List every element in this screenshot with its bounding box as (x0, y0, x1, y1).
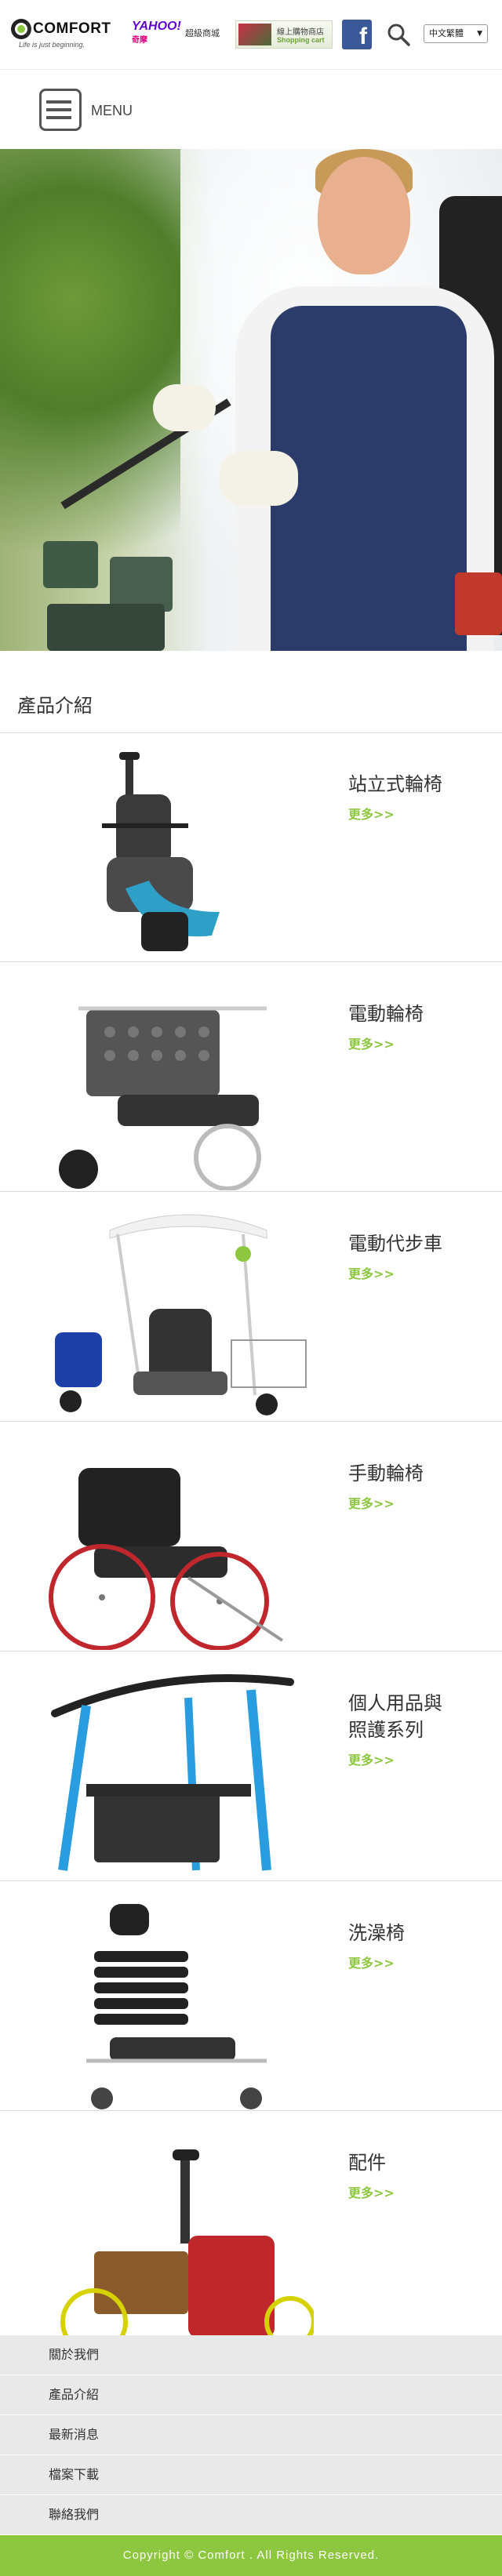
comfort-logo-mark (11, 19, 31, 39)
footer-link-news[interactable]: 最新消息 (0, 2415, 502, 2455)
facebook-icon[interactable]: f (342, 20, 372, 49)
product-name[interactable]: 電動代步車 (348, 1230, 442, 1257)
products-section-title: 產品介紹 (17, 695, 93, 717)
product-item-manual-wheelchair[interactable]: 手動輪椅 更多>> (0, 1422, 502, 1651)
language-select[interactable]: 中文繁體 ▼ (424, 24, 488, 43)
footer-link-contact[interactable]: 聯絡我們 (0, 2495, 502, 2535)
shop-sublabel: Shopping cart (277, 36, 325, 44)
power-wheelchair-image (59, 1006, 267, 1190)
rollator-image (51, 1674, 294, 1871)
product-item-accessories[interactable]: 配件 更多>> (0, 2112, 502, 2335)
logo-tagline: Life is just beginning. (19, 41, 85, 49)
language-selected: 中文繁體 (429, 28, 464, 38)
logo-brand: COMFORT (33, 20, 111, 37)
product-name[interactable]: 洗澡椅 (348, 1920, 405, 1946)
hero-red-bag (455, 572, 502, 635)
product-name[interactable]: 手動輪椅 (348, 1460, 424, 1487)
accessories-image (60, 2149, 314, 2335)
menu-label[interactable]: MENU (91, 103, 133, 119)
hero-plant-pot (47, 604, 165, 651)
product-more-link[interactable]: 更多>> (348, 804, 395, 823)
site-header: COMFORT Life is just beginning. YAHOO! 奇… (0, 0, 502, 69)
product-item-shower-chair[interactable]: 洗澡椅 更多>> (0, 1882, 502, 2111)
footer-nav: 關於我們 產品介紹 最新消息 檔案下載 聯絡我們 (0, 2335, 502, 2535)
product-item-personal-care[interactable]: 個人用品與 照護系列 更多>> (0, 1652, 502, 1881)
search-icon[interactable] (386, 22, 411, 47)
product-name[interactable]: 站立式輪椅 (348, 771, 442, 798)
footer-link-products[interactable]: 產品介紹 (0, 2375, 502, 2415)
shower-chair-image (86, 1904, 267, 2109)
product-name-line2[interactable]: 照護系列 (348, 1717, 424, 1743)
yahoo-mall-label[interactable]: 超級商城 (185, 27, 220, 39)
shop-thumbnail (238, 24, 271, 45)
hero-person-face (318, 157, 410, 274)
product-more-link[interactable]: 更多>> (348, 2182, 395, 2201)
shop-label: 線上購物商店 (277, 28, 324, 37)
yahoo-logo: YAHOO! (132, 20, 181, 33)
product-item-standing-wheelchair[interactable]: 站立式輪椅 更多>> (0, 733, 502, 962)
menu-bar: MENU (0, 69, 502, 149)
product-more-link[interactable]: 更多>> (348, 1953, 395, 1971)
menu-line (49, 108, 71, 111)
mobility-scooter-image (55, 1214, 307, 1415)
hero-plant-pot (43, 541, 98, 588)
menu-line (49, 100, 71, 104)
shopping-cart-link[interactable]: 線上購物商店 Shopping cart (235, 20, 333, 49)
hero-glove (153, 384, 216, 431)
footer-link-about[interactable]: 關於我們 (0, 2335, 502, 2375)
yahoo-sub: 奇摩 (132, 36, 147, 45)
manual-wheelchair-image (49, 1468, 284, 1650)
hero-person-apron (271, 306, 467, 651)
chevron-down-icon: ▼ (477, 30, 482, 38)
menu-button[interactable] (39, 89, 82, 131)
product-more-link[interactable]: 更多>> (348, 1034, 395, 1052)
hero-banner-image (0, 149, 502, 651)
product-more-link[interactable]: 更多>> (348, 1749, 395, 1768)
product-more-link[interactable]: 更多>> (348, 1263, 395, 1282)
footer-link-downloads[interactable]: 檔案下載 (0, 2455, 502, 2495)
yahoo-mall-link[interactable]: YAHOO! 奇摩 (132, 20, 181, 45)
product-item-mobility-scooter[interactable]: 電動代步車 更多>> (0, 1193, 502, 1422)
menu-line (49, 116, 71, 119)
product-name-line1[interactable]: 個人用品與 (348, 1690, 442, 1717)
copyright-bar: Copyright © Comfort . All Rights Reserve… (0, 2535, 502, 2576)
standing-wheelchair-image (102, 752, 220, 951)
product-name[interactable]: 電動輪椅 (348, 1001, 424, 1027)
product-item-power-wheelchair[interactable]: 電動輪椅 更多>> (0, 963, 502, 1192)
product-name[interactable]: 配件 (348, 2149, 386, 2176)
product-more-link[interactable]: 更多>> (348, 1493, 395, 1512)
hero-glove (220, 451, 298, 506)
comfort-logo[interactable]: COMFORT Life is just beginning. (11, 17, 121, 52)
